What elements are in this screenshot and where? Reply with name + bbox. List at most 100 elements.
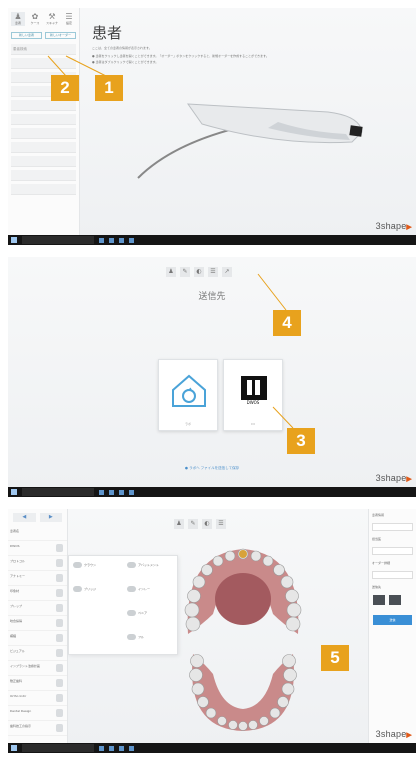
step-scan-icon[interactable]: ◐ xyxy=(202,519,212,529)
list-label: Ortho Indir xyxy=(10,694,27,698)
list-label: Dental Design xyxy=(10,709,32,713)
taskbar-app-icon[interactable] xyxy=(99,237,104,243)
brand-mark-icon: ▶ xyxy=(406,732,412,739)
list-item[interactable]: 矯正歯科 xyxy=(8,676,67,691)
list-label: ビジュアル xyxy=(10,649,25,653)
flyout-label: フル xyxy=(138,635,145,639)
tooth-icon xyxy=(56,634,63,642)
flyout-item[interactable]: フル xyxy=(127,634,144,640)
printer-icon[interactable] xyxy=(389,595,401,605)
windows-start-icon[interactable] xyxy=(11,745,17,751)
taskbar-app-icon[interactable] xyxy=(129,745,134,751)
taskbar xyxy=(8,235,416,245)
list-item[interactable]: 印象材 xyxy=(8,586,67,601)
flyout-label: クラウン xyxy=(84,563,97,567)
windows-start-icon[interactable] xyxy=(11,237,17,243)
list-item[interactable]: Dental Design xyxy=(8,706,67,721)
destination-icons xyxy=(369,593,416,607)
list-item[interactable]: DWOS xyxy=(8,541,67,556)
send-button[interactable]: 送信 xyxy=(373,615,412,625)
list-item[interactable]: 咬合採得 xyxy=(8,616,67,631)
step-patient-icon[interactable]: ♟ xyxy=(174,519,184,529)
taskbar-app-icon[interactable] xyxy=(119,745,124,751)
dentist-field[interactable] xyxy=(372,547,413,555)
screenshot-patients: ♟ 患者 ✿ ケース ⚒ スキャナ ☰ 設定 新しい患者 新しいオーダー 患者検索 患者… xyxy=(8,8,416,245)
panel-heading: 患者情報 xyxy=(372,513,385,517)
back-button[interactable]: ◀ xyxy=(13,513,36,522)
taskbar xyxy=(8,743,416,753)
list-item[interactable]: 患者名 xyxy=(8,526,67,541)
brand-text: 3shape xyxy=(375,729,407,739)
list-item[interactable]: プレップ xyxy=(8,601,67,616)
brand-mark-icon: ▶ xyxy=(406,476,412,483)
list-item[interactable]: Ortho Indir xyxy=(8,691,67,706)
patient-field[interactable] xyxy=(372,523,413,531)
taskbar-app-icon[interactable] xyxy=(129,237,134,243)
tooth-icon xyxy=(56,619,63,627)
list-item[interactable]: プロトコル xyxy=(8,556,67,571)
workflow-steps: ♟ ✎ ◐ ☰ xyxy=(174,519,226,529)
flyout-label: ブリッジ xyxy=(84,587,97,591)
list-label: 矯正歯科 xyxy=(10,679,23,683)
tooth-icon xyxy=(73,562,82,568)
dental-arch-model xyxy=(184,548,302,731)
list-item[interactable]: 補綴 xyxy=(8,631,67,646)
flyout-item[interactable]: ベニア xyxy=(127,610,147,616)
panel-heading: オーダー詳細 xyxy=(372,561,391,565)
taskbar-app-icon[interactable] xyxy=(119,237,124,243)
tooth-icon xyxy=(127,634,136,640)
list-label: アナトミー xyxy=(10,574,25,578)
ortho-icon xyxy=(56,694,63,702)
taskbar-search[interactable] xyxy=(22,744,94,752)
flyout-label: アバットメント xyxy=(138,563,159,567)
di-icon xyxy=(56,544,63,552)
tooth-icon xyxy=(127,586,136,592)
brand-logo: 3shape▶ xyxy=(376,473,412,483)
taskbar-app-icon[interactable] xyxy=(109,745,114,751)
step-review-icon[interactable]: ☰ xyxy=(216,519,226,529)
ortho-icon xyxy=(56,679,63,687)
taskbar-app-icon[interactable] xyxy=(99,489,104,495)
list-label: 補綴 xyxy=(10,634,17,638)
tooth-icon xyxy=(56,604,63,612)
screenshot-order-form: ◀ ▶ 患者名 DWOS プロトコル アナトミー 印象材 プレップ 咬合採得 補… xyxy=(8,509,416,753)
step-order-icon[interactable]: ✎ xyxy=(188,519,198,529)
screenshot-send-to: ♟ ✎ ◐ ☰ ↗ 送信先 ラボ DWOS DI ● ラボへ ファイルを送信して… xyxy=(8,257,416,497)
list-item[interactable]: インプラント治療計画 xyxy=(8,661,67,676)
list-label: DWOS xyxy=(10,544,20,548)
flyout-item[interactable]: インレー xyxy=(127,586,150,592)
callout-badge-5: 5 xyxy=(321,645,349,671)
list-label: 歯科技工の指示 xyxy=(10,724,32,728)
windows-start-icon[interactable] xyxy=(11,489,17,495)
callout-lines xyxy=(47,55,107,77)
forward-button[interactable]: ▶ xyxy=(39,513,62,522)
taskbar-app-icon[interactable] xyxy=(129,489,134,495)
list-item[interactable]: ビジュアル xyxy=(8,646,67,661)
taskbar-search[interactable] xyxy=(22,236,94,244)
upper-arch xyxy=(184,548,302,634)
order-right-panel: 患者情報 担当医 オーダー詳細 送信先 送信 xyxy=(368,509,416,743)
flyout-item[interactable]: アバットメント xyxy=(127,562,159,568)
taskbar-app-icon[interactable] xyxy=(109,489,114,495)
list-label: プロトコル xyxy=(10,559,26,563)
flyout-item[interactable]: ブリッジ xyxy=(73,586,96,592)
tooth-icon xyxy=(56,724,63,732)
taskbar-app-icon[interactable] xyxy=(99,745,104,751)
list-label: 印象材 xyxy=(10,589,20,593)
taskbar-search[interactable] xyxy=(22,488,94,496)
order-field[interactable] xyxy=(372,571,413,579)
panel-heading: 送信先 xyxy=(372,585,382,589)
tooth-icon xyxy=(56,574,63,582)
taskbar-app-icon[interactable] xyxy=(119,489,124,495)
scanner-icon[interactable] xyxy=(373,595,385,605)
list-item[interactable]: アナトミー xyxy=(8,571,67,586)
tooth-icon xyxy=(56,589,63,597)
callout-lines xyxy=(257,273,294,429)
order-left-panel: ◀ ▶ 患者名 DWOS プロトコル アナトミー 印象材 プレップ 咬合採得 補… xyxy=(8,509,68,743)
tooth-icon xyxy=(56,649,63,657)
lower-arch xyxy=(189,654,297,731)
taskbar-app-icon[interactable] xyxy=(109,237,114,243)
list-item[interactable]: 歯科技工の指示 xyxy=(8,721,67,736)
brand-text: 3shape xyxy=(375,473,407,483)
flyout-item[interactable]: クラウン xyxy=(73,562,96,568)
